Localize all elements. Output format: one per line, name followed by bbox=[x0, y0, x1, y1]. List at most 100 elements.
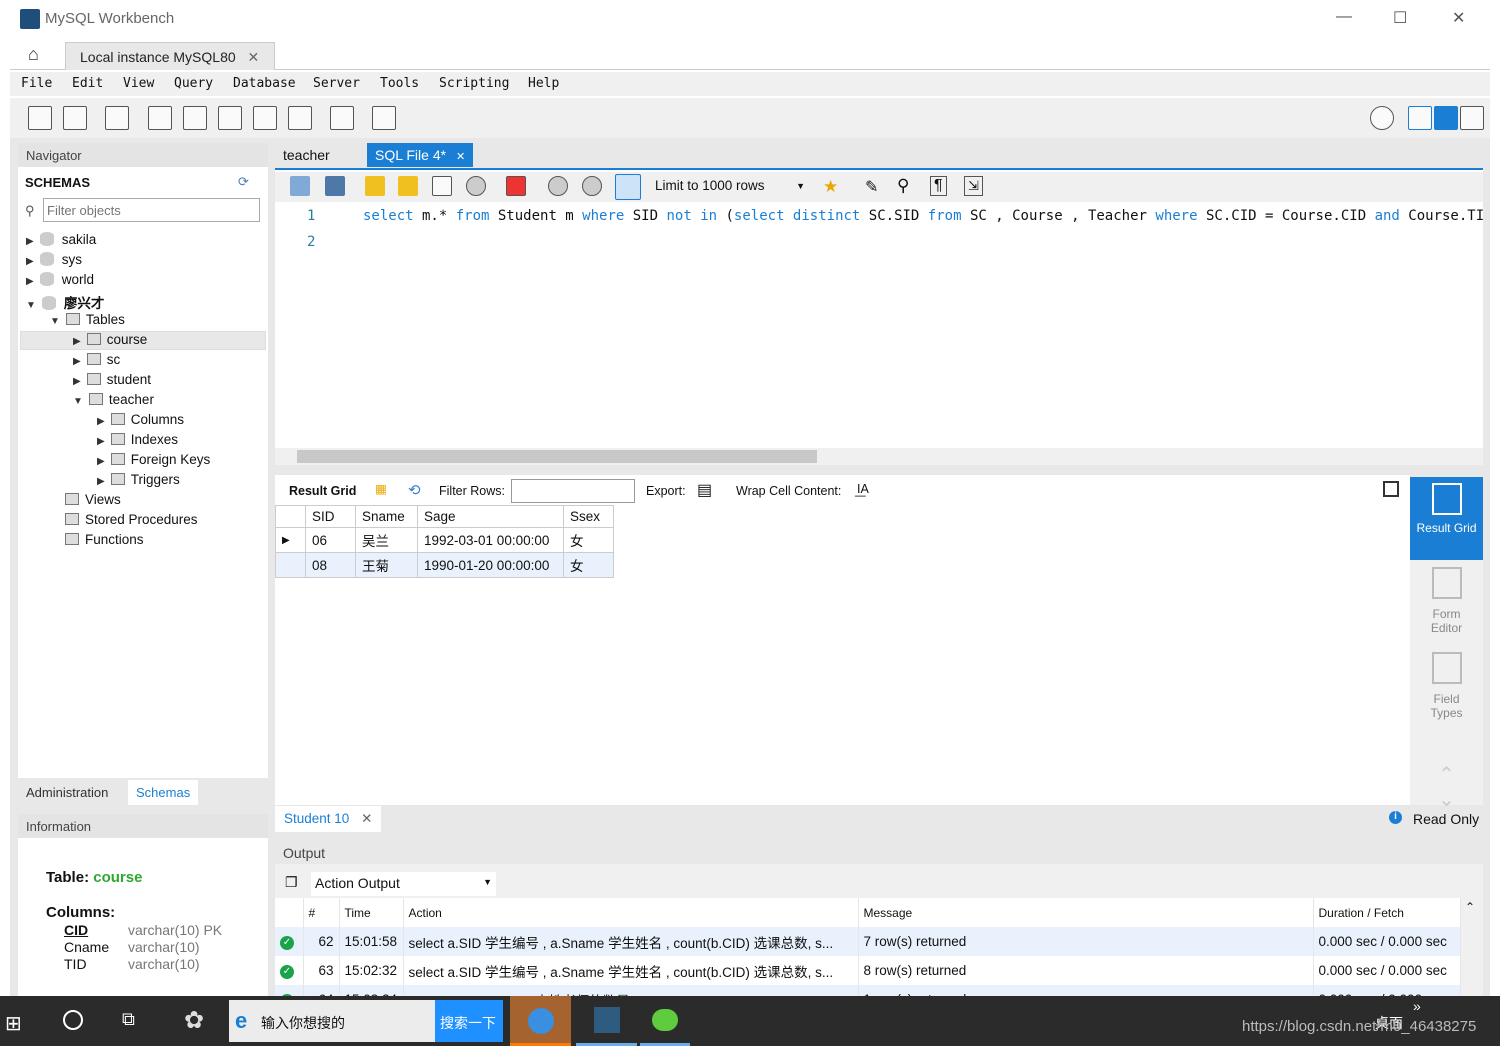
table-row[interactable]: ▶ 06 吴兰 1992-03-01 00:00:00 女 bbox=[275, 527, 614, 553]
column-header[interactable]: Sname bbox=[355, 505, 418, 528]
schema-sakila[interactable]: ▶ sakila bbox=[26, 232, 96, 247]
teacher-foreign-keys[interactable]: ▶ Foreign Keys bbox=[97, 452, 210, 467]
settings-icon[interactable] bbox=[1370, 106, 1394, 130]
autocommit-toggle-icon[interactable] bbox=[615, 174, 641, 200]
field-types-button[interactable]: Field Types bbox=[1410, 652, 1483, 720]
export-icon[interactable]: ▤ bbox=[697, 480, 712, 500]
menu-view[interactable]: View bbox=[123, 76, 154, 91]
execute-current-icon[interactable] bbox=[398, 176, 418, 196]
commit-icon[interactable] bbox=[548, 176, 568, 196]
explain-icon[interactable] bbox=[432, 176, 452, 196]
menu-query[interactable]: Query bbox=[174, 76, 213, 91]
table-row[interactable]: 08 王菊 1990-01-20 00:00:00 女 bbox=[275, 552, 614, 578]
column-header[interactable]: Sage bbox=[417, 505, 564, 528]
app-icon[interactable]: ✿ bbox=[184, 1006, 204, 1035]
search-button[interactable]: 搜索一下 bbox=[435, 1000, 503, 1042]
toggle-panel-icon[interactable] bbox=[1383, 481, 1399, 497]
stored-procedures-node[interactable]: Stored Procedures bbox=[65, 512, 198, 527]
menu-file[interactable]: File bbox=[21, 76, 52, 91]
create-table-icon[interactable] bbox=[183, 106, 207, 130]
output-row[interactable]: ✓ 62 15:01:58 select a.SID 学生编号 , a.Sname 学… bbox=[275, 927, 1461, 956]
connection-tab[interactable]: Local instance MySQL80 ✕ bbox=[65, 42, 275, 70]
close-tab-icon[interactable]: ✕ bbox=[248, 49, 260, 65]
sql-code-line-1[interactable]: select m.* from Student m where SID not … bbox=[363, 208, 1483, 224]
teacher-triggers[interactable]: ▶ Triggers bbox=[97, 472, 180, 487]
toggle-secondary-sidebar-icon[interactable] bbox=[1460, 106, 1484, 130]
add-snippet-icon[interactable]: ★ bbox=[823, 177, 838, 197]
show-more-icon[interactable]: » bbox=[1413, 998, 1421, 1014]
filter-objects-input[interactable] bbox=[43, 198, 260, 222]
scroll-up-icon[interactable]: ⌃ bbox=[1465, 900, 1475, 914]
open-sql-file-icon[interactable] bbox=[63, 106, 87, 130]
result-grid-view-button[interactable]: Result Grid bbox=[1410, 477, 1483, 560]
tab-sql-file-4[interactable]: SQL File 4* ✕ bbox=[367, 143, 474, 167]
column-header[interactable]: SID bbox=[305, 505, 356, 528]
menu-database[interactable]: Database bbox=[233, 76, 296, 91]
new-sql-tab-icon[interactable] bbox=[28, 106, 52, 130]
filter-rows-input[interactable] bbox=[511, 479, 635, 503]
output-row[interactable]: ✓6415:03:24select count(Tname) 李姓老师的数量 f… bbox=[275, 985, 1461, 996]
create-schema-icon[interactable] bbox=[148, 106, 172, 130]
maximize-button[interactable]: ☐ bbox=[1393, 8, 1407, 28]
tab-teacher[interactable]: teacher bbox=[275, 143, 338, 167]
create-procedure-icon[interactable] bbox=[253, 106, 277, 130]
taskbar-search-box[interactable]: e 输入你想搜的 bbox=[229, 1000, 435, 1042]
teacher-columns[interactable]: ▶ Columns bbox=[97, 412, 184, 427]
tab-schemas[interactable]: Schemas bbox=[128, 780, 199, 805]
beautify-icon[interactable]: ✎ bbox=[865, 177, 878, 197]
limit-rows-select[interactable]: Limit to 1000 rows ▼ bbox=[655, 178, 805, 193]
schema-active[interactable]: ▼ 廖兴才 bbox=[26, 292, 104, 312]
execute-icon[interactable] bbox=[365, 176, 385, 196]
result-grid[interactable]: SID Sname Sage Ssex ▶ 06 吴兰 1992-03-01 00:00:0… bbox=[275, 505, 614, 578]
form-editor-button[interactable]: Form Editor bbox=[1410, 567, 1483, 635]
menu-server[interactable]: Server bbox=[313, 76, 360, 91]
column-header[interactable]: Ssex bbox=[563, 505, 614, 528]
copy-icon[interactable]: ❐ bbox=[285, 874, 298, 891]
output-row[interactable]: ✓ 63 15:02:32 select a.SID 学生编号 , a.Sname 学… bbox=[275, 956, 1461, 985]
menu-help[interactable]: Help bbox=[528, 76, 559, 91]
create-view-icon[interactable] bbox=[218, 106, 242, 130]
tables-node[interactable]: ▼ Tables bbox=[50, 312, 125, 327]
taskbar-app-mysql-workbench[interactable] bbox=[576, 996, 637, 1046]
menu-scripting[interactable]: Scripting bbox=[439, 76, 509, 91]
home-icon[interactable]: ⌂ bbox=[28, 44, 39, 65]
taskbar-app-feather[interactable] bbox=[510, 996, 571, 1046]
menu-tools[interactable]: Tools bbox=[380, 76, 419, 91]
wrap-lines-icon[interactable]: ⇲ bbox=[964, 176, 983, 196]
schema-sys[interactable]: ▶ sys bbox=[26, 252, 82, 267]
stop-icon[interactable] bbox=[466, 176, 486, 196]
taskbar-app-wechat[interactable] bbox=[640, 996, 690, 1046]
task-view-icon[interactable]: ⧉ bbox=[122, 1009, 135, 1030]
horizontal-scrollbar[interactable] bbox=[275, 448, 1483, 465]
reconnect-icon[interactable] bbox=[372, 106, 396, 130]
output-type-select[interactable]: Action Output ▼ bbox=[311, 872, 496, 896]
table-student[interactable]: ▶ student bbox=[73, 372, 151, 387]
schema-world[interactable]: ▶ world bbox=[26, 272, 94, 287]
scrollbar-thumb[interactable] bbox=[297, 450, 817, 463]
open-file-icon[interactable] bbox=[290, 176, 310, 196]
toggle-sidebar-icon[interactable] bbox=[1408, 106, 1432, 130]
save-icon[interactable] bbox=[325, 176, 345, 196]
wrap-cell-icon[interactable]: I͟A bbox=[857, 482, 869, 496]
invisible-chars-icon[interactable]: ¶ bbox=[930, 176, 947, 196]
functions-node[interactable]: Functions bbox=[65, 532, 144, 547]
refresh-icon[interactable]: ⟳ bbox=[238, 174, 249, 190]
cortana-icon[interactable] bbox=[63, 1010, 83, 1030]
minimize-button[interactable]: — bbox=[1336, 8, 1352, 26]
create-function-icon[interactable] bbox=[288, 106, 312, 130]
tab-student-10[interactable]: Student 10 ✕ bbox=[275, 806, 382, 832]
tab-administration[interactable]: Administration bbox=[26, 785, 108, 800]
table-sc[interactable]: ▶ sc bbox=[73, 352, 120, 367]
windows-start-icon[interactable]: ⊞ bbox=[5, 1011, 22, 1036]
search-table-data-icon[interactable] bbox=[330, 106, 354, 130]
teacher-indexes[interactable]: ▶ Indexes bbox=[97, 432, 178, 447]
grid-icon[interactable]: ▦ bbox=[375, 481, 387, 496]
scroll-arrows-icon[interactable]: ⌃ ⌄ bbox=[1410, 762, 1483, 812]
close-button[interactable]: ✕ bbox=[1452, 8, 1465, 28]
stop-on-error-icon[interactable] bbox=[506, 176, 526, 196]
menu-edit[interactable]: Edit bbox=[72, 76, 103, 91]
inspector-icon[interactable] bbox=[105, 106, 129, 130]
table-teacher[interactable]: ▼ teacher bbox=[73, 392, 154, 407]
table-course[interactable]: ▶ course bbox=[73, 332, 147, 347]
rollback-icon[interactable] bbox=[582, 176, 602, 196]
